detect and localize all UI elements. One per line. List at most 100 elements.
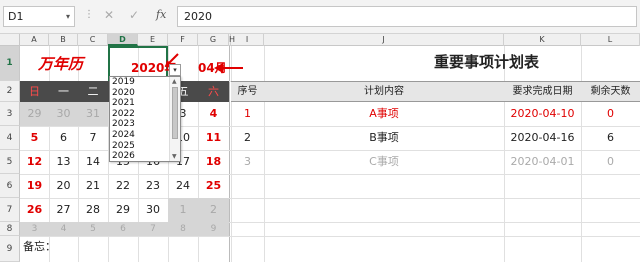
weekday-label: 二 [87, 85, 99, 98]
year-dropdown-list[interactable]: 2019 2020 2021 2022 2023 2024 2025 2026 … [109, 76, 181, 162]
select-all-corner[interactable] [0, 34, 20, 46]
calendar-day-cell[interactable]: 1 [168, 198, 198, 222]
calendar-day-cell[interactable]: 31 [78, 102, 108, 126]
column-header[interactable]: D [108, 34, 138, 46]
weekday-label: 六 [208, 85, 219, 98]
calendar-day-cell[interactable]: 4 [198, 102, 229, 126]
red-arrow-left-icon [214, 63, 243, 73]
dropdown-arrow-button[interactable]: ▾ [169, 64, 181, 76]
calendar-day-cell[interactable]: 7 [78, 126, 108, 150]
grid-line [229, 46, 230, 262]
insert-function-icon[interactable]: fx [156, 8, 166, 21]
scroll-up-icon[interactable]: ▲ [172, 78, 177, 85]
remark-label: 备忘： [23, 240, 56, 253]
plan-row-number[interactable]: 1 [231, 102, 264, 126]
calendar-day-cell[interactable]: 9 [198, 222, 229, 236]
more-options-icon[interactable]: ⋮ [84, 9, 94, 20]
plan-row-due-date[interactable]: 2020-04-16 [504, 126, 581, 150]
calendar-day-cell[interactable]: 30 [49, 102, 78, 126]
calendar-day-cell[interactable]: 21 [78, 174, 108, 198]
column-heading: 序号 [237, 86, 258, 97]
year-option[interactable]: 2025 [112, 141, 168, 152]
weekday-label: 一 [58, 85, 69, 98]
weekday-label: 日 [29, 85, 40, 98]
year-option[interactable]: 2023 [112, 119, 168, 130]
plan-row-days-left[interactable]: 6 [581, 126, 640, 150]
column-header[interactable]: A [20, 34, 49, 46]
column-header-bar: A B C D E F G H I J K L [0, 34, 640, 46]
row-header[interactable]: 3 [0, 102, 20, 126]
calendar-day-cell[interactable]: 28 [78, 198, 108, 222]
column-header[interactable]: C [78, 34, 108, 46]
calendar-day-cell[interactable]: 6 [49, 126, 78, 150]
dropdown-scrollbar[interactable]: ▲ ▼ [169, 77, 180, 161]
calendar-day-cell[interactable]: 11 [198, 126, 229, 150]
calendar-day-cell[interactable]: 5 [20, 126, 49, 150]
cancel-icon[interactable]: ✕ [104, 8, 114, 22]
calendar-day-cell[interactable]: 30 [138, 198, 168, 222]
year-option[interactable]: 2024 [112, 130, 168, 141]
column-header[interactable]: G [198, 34, 229, 46]
calendar-day-cell[interactable]: 13 [49, 150, 78, 174]
calendar-day-cell[interactable]: 6 [108, 222, 138, 236]
calendar-day-cell[interactable]: 29 [20, 102, 49, 126]
plan-row-days-left[interactable]: 0 [581, 150, 640, 174]
formula-input[interactable]: 2020 [177, 6, 637, 27]
year-option[interactable]: 2019 [112, 77, 168, 88]
plan-title: 重要事项计划表 [434, 53, 540, 71]
column-header[interactable]: K [504, 34, 581, 46]
calendar-day-cell[interactable]: 22 [108, 174, 138, 198]
column-heading: 计划内容 [364, 86, 404, 97]
column-header[interactable]: F [168, 34, 198, 46]
year-option[interactable]: 2022 [112, 109, 168, 120]
calendar-day-cell[interactable]: 29 [108, 198, 138, 222]
plan-row-due-date[interactable]: 2020-04-01 [504, 150, 581, 174]
calendar-day-cell[interactable]: 23 [138, 174, 168, 198]
formula-bar: D1 ▾ ⋮ ✕ ✓ fx 2020 [0, 0, 640, 34]
column-header[interactable]: B [49, 34, 78, 46]
row-header[interactable]: 5 [0, 150, 20, 174]
column-header[interactable]: J [264, 34, 504, 46]
row-header[interactable]: 1 [0, 46, 20, 81]
calendar-day-cell[interactable]: 18 [198, 150, 229, 174]
calendar-day-cell[interactable]: 26 [20, 198, 49, 222]
plan-row-days-left[interactable]: 0 [581, 102, 640, 126]
row-header[interactable]: 7 [0, 198, 20, 222]
row-header[interactable]: 2 [0, 81, 20, 102]
calendar-day-cell[interactable]: 3 [20, 222, 49, 236]
calendar-day-cell[interactable]: 7 [138, 222, 168, 236]
column-heading: 要求完成日期 [512, 86, 573, 97]
calendar-day-cell[interactable]: 5 [78, 222, 108, 236]
plan-row-number[interactable]: 2 [231, 126, 264, 150]
year-option[interactable]: 2020 [112, 88, 168, 99]
calendar-day-cell[interactable]: 24 [168, 174, 198, 198]
calendar-day-cell[interactable]: 2 [198, 198, 229, 222]
scroll-thumb[interactable] [172, 87, 178, 139]
calendar-day-cell[interactable]: 20 [49, 174, 78, 198]
name-box[interactable]: D1 ▾ [3, 6, 75, 27]
plan-row-content[interactable]: C事项 [264, 150, 504, 174]
plan-row-content[interactable]: B事项 [264, 126, 504, 150]
plan-row-number[interactable]: 3 [231, 150, 264, 174]
name-box-dropdown-icon[interactable]: ▾ [66, 7, 70, 26]
calendar-day-cell[interactable]: 12 [20, 150, 49, 174]
row-header[interactable]: 8 [0, 222, 20, 236]
calendar-day-cell[interactable]: 19 [20, 174, 49, 198]
calendar-day-cell[interactable]: 14 [78, 150, 108, 174]
plan-row-content[interactable]: A事项 [264, 102, 504, 126]
column-header[interactable]: L [581, 34, 640, 46]
calendar-day-cell[interactable]: 27 [49, 198, 78, 222]
scroll-down-icon[interactable]: ▼ [172, 153, 177, 160]
year-option[interactable]: 2026 [112, 151, 168, 162]
enter-icon[interactable]: ✓ [129, 8, 139, 22]
calendar-day-cell[interactable]: 25 [198, 174, 229, 198]
column-header[interactable]: E [138, 34, 168, 46]
column-header[interactable]: I [231, 34, 264, 46]
calendar-day-cell[interactable]: 8 [168, 222, 198, 236]
row-header[interactable]: 6 [0, 174, 20, 198]
row-header[interactable]: 4 [0, 126, 20, 150]
year-option[interactable]: 2021 [112, 98, 168, 109]
calendar-day-cell[interactable]: 4 [49, 222, 78, 236]
plan-row-due-date[interactable]: 2020-04-10 [504, 102, 581, 126]
row-header[interactable]: 9 [0, 236, 20, 262]
